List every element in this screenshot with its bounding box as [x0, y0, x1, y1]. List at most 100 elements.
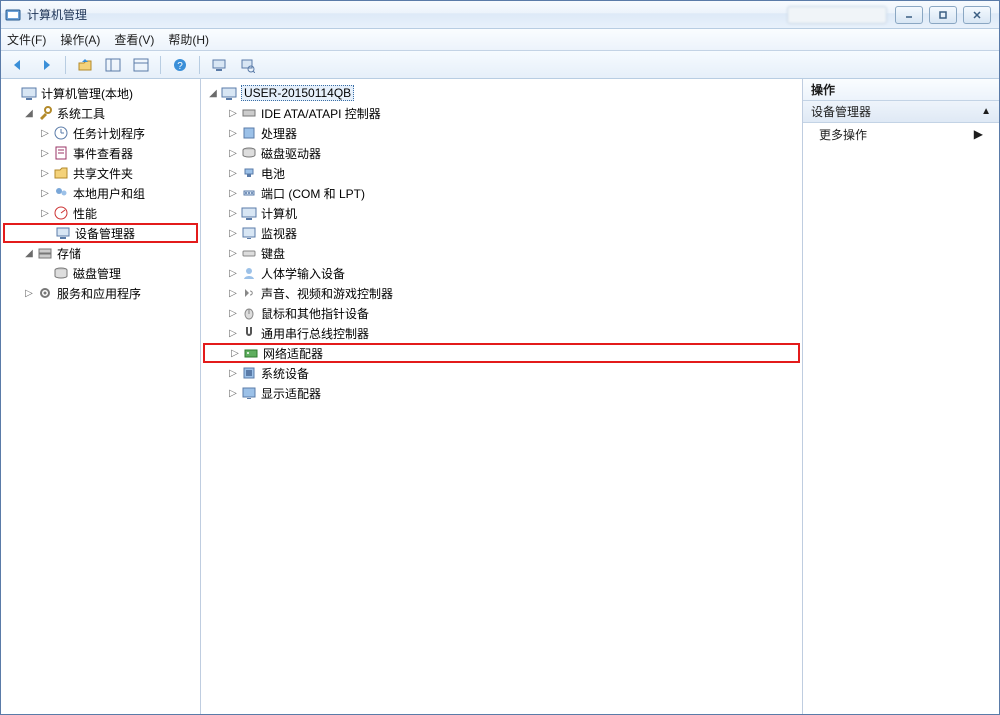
tree-disk-management[interactable]: 磁盘管理 — [3, 263, 198, 283]
tree-task-scheduler[interactable]: ▷任务计划程序 — [3, 123, 198, 143]
services-icon — [37, 285, 53, 301]
expander-closed-icon[interactable]: ▷ — [227, 247, 239, 259]
properties-button[interactable] — [130, 54, 152, 76]
device-view-button[interactable] — [208, 54, 230, 76]
tree-storage[interactable]: ◢ 存储 — [3, 243, 198, 263]
device-mouse[interactable]: ▷鼠标和其他指针设备 — [203, 303, 800, 323]
expander-closed-icon[interactable]: ▷ — [39, 167, 51, 179]
device-display-adapter[interactable]: ▷显示适配器 — [203, 383, 800, 403]
device-monitor[interactable]: ▷监视器 — [203, 223, 800, 243]
actions-category[interactable]: 设备管理器 ▲ — [803, 101, 999, 123]
tree-root[interactable]: 计算机管理(本地) — [3, 83, 198, 103]
sound-icon — [241, 285, 257, 301]
toolbar: ? — [1, 51, 999, 79]
computer-mgmt-icon — [21, 85, 37, 101]
window-controls — [895, 6, 991, 24]
tree-services-apps[interactable]: ▷ 服务和应用程序 — [3, 283, 198, 303]
device-sound[interactable]: ▷声音、视频和游戏控制器 — [203, 283, 800, 303]
expander-closed-icon[interactable]: ▷ — [227, 127, 239, 139]
close-button[interactable] — [963, 6, 991, 24]
toolbar-separator — [160, 56, 161, 74]
expander-closed-icon[interactable]: ▷ — [39, 207, 51, 219]
help-button[interactable]: ? — [169, 54, 191, 76]
computer-icon — [221, 85, 237, 101]
computer-icon — [241, 205, 257, 221]
scan-hardware-button[interactable] — [236, 54, 258, 76]
tree-shared-folders[interactable]: ▷共享文件夹 — [3, 163, 198, 183]
network-adapter-icon — [243, 345, 259, 361]
display-adapter-icon — [241, 385, 257, 401]
expander-closed-icon[interactable]: ▷ — [23, 287, 35, 299]
show-hide-tree-button[interactable] — [102, 54, 124, 76]
console-tree-pane: 计算机管理(本地) ◢ 系统工具 ▷任务计划程序 ▷事件查看器 — [1, 79, 201, 714]
expander-closed-icon[interactable]: ▷ — [227, 147, 239, 159]
expander-closed-icon[interactable]: ▷ — [39, 147, 51, 159]
mouse-icon — [241, 305, 257, 321]
tree-event-viewer[interactable]: ▷事件查看器 — [3, 143, 198, 163]
expander-closed-icon[interactable]: ▷ — [39, 187, 51, 199]
menu-view[interactable]: 查看(V) — [114, 31, 154, 48]
keyboard-icon — [241, 245, 257, 261]
maximize-button[interactable] — [929, 6, 957, 24]
expander-closed-icon[interactable]: ▷ — [227, 207, 239, 219]
expander-closed-icon[interactable]: ▷ — [227, 327, 239, 339]
usb-icon — [241, 325, 257, 341]
expander-open-icon[interactable]: ◢ — [23, 247, 35, 259]
menu-help[interactable]: 帮助(H) — [168, 31, 209, 48]
device-system-device[interactable]: ▷系统设备 — [203, 363, 800, 383]
battery-icon — [241, 165, 257, 181]
device-network-adapter[interactable]: ▷网络适配器 — [203, 343, 800, 363]
back-button[interactable] — [7, 54, 29, 76]
expander-closed-icon[interactable]: ▷ — [227, 187, 239, 199]
actions-more[interactable]: 更多操作 ▶ — [803, 123, 999, 145]
device-disk-drive[interactable]: ▷磁盘驱动器 — [203, 143, 800, 163]
device-battery[interactable]: ▷电池 — [203, 163, 800, 183]
expander-closed-icon[interactable]: ▷ — [227, 387, 239, 399]
disk-drive-icon — [241, 145, 257, 161]
up-level-button[interactable] — [74, 54, 96, 76]
expander-closed-icon[interactable]: ▷ — [227, 367, 239, 379]
submenu-arrow-icon: ▶ — [974, 127, 983, 141]
tools-icon — [37, 105, 53, 121]
performance-icon — [53, 205, 69, 221]
expander-closed-icon[interactable]: ▷ — [229, 347, 241, 359]
expander-closed-icon[interactable]: ▷ — [227, 267, 239, 279]
monitor-icon — [241, 225, 257, 241]
users-icon — [53, 185, 69, 201]
tree-local-users[interactable]: ▷本地用户和组 — [3, 183, 198, 203]
menubar: 文件(F) 操作(A) 查看(V) 帮助(H) — [1, 29, 999, 51]
app-icon — [5, 7, 21, 23]
device-usb[interactable]: ▷通用串行总线控制器 — [203, 323, 800, 343]
shared-folder-icon — [53, 165, 69, 181]
device-tree-pane: ◢ USER-20150114QB ▷IDE ATA/ATAPI 控制器▷处理器… — [201, 79, 803, 714]
storage-icon — [37, 245, 53, 261]
event-icon — [53, 145, 69, 161]
tree-system-tools[interactable]: ◢ 系统工具 — [3, 103, 198, 123]
menu-file[interactable]: 文件(F) — [7, 31, 46, 48]
device-processor[interactable]: ▷处理器 — [203, 123, 800, 143]
device-ports[interactable]: ▷端口 (COM 和 LPT) — [203, 183, 800, 203]
taskbar-preview — [787, 6, 887, 24]
expander-closed-icon[interactable]: ▷ — [39, 127, 51, 139]
device-root[interactable]: ◢ USER-20150114QB — [203, 83, 800, 103]
actions-pane: 操作 设备管理器 ▲ 更多操作 ▶ — [803, 79, 999, 714]
device-hid[interactable]: ▷人体学输入设备 — [203, 263, 800, 283]
device-manager-icon — [55, 225, 71, 241]
expander-open-icon[interactable]: ◢ — [23, 107, 35, 119]
window: 计算机管理 文件(F) 操作(A) 查看(V) 帮助(H) ? — [0, 0, 1000, 715]
forward-button[interactable] — [35, 54, 57, 76]
tree-device-manager[interactable]: 设备管理器 — [3, 223, 198, 243]
expander-closed-icon[interactable]: ▷ — [227, 227, 239, 239]
minimize-button[interactable] — [895, 6, 923, 24]
expander-open-icon[interactable]: ◢ — [207, 87, 219, 99]
expander-closed-icon[interactable]: ▷ — [227, 107, 239, 119]
ide-controller-icon — [241, 105, 257, 121]
device-ide-controller[interactable]: ▷IDE ATA/ATAPI 控制器 — [203, 103, 800, 123]
device-computer[interactable]: ▷计算机 — [203, 203, 800, 223]
expander-closed-icon[interactable]: ▷ — [227, 307, 239, 319]
expander-closed-icon[interactable]: ▷ — [227, 167, 239, 179]
menu-action[interactable]: 操作(A) — [60, 31, 100, 48]
expander-closed-icon[interactable]: ▷ — [227, 287, 239, 299]
tree-performance[interactable]: ▷性能 — [3, 203, 198, 223]
device-keyboard[interactable]: ▷键盘 — [203, 243, 800, 263]
